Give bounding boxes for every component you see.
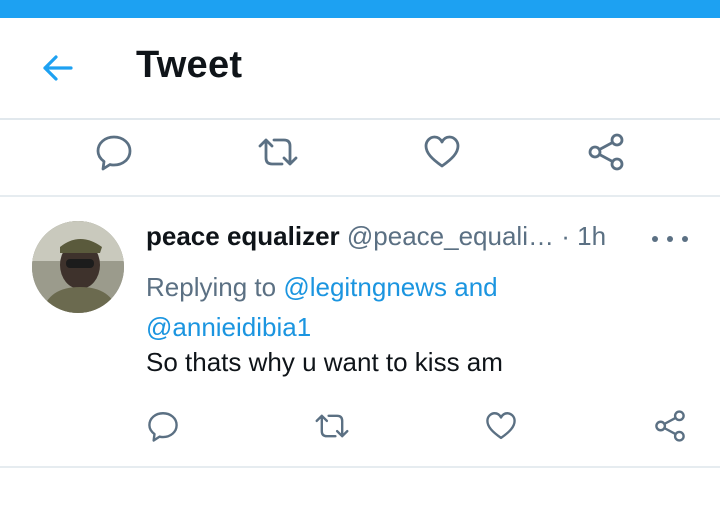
reply-button[interactable] — [141, 404, 185, 448]
share-button[interactable] — [648, 404, 692, 448]
like-button[interactable] — [479, 404, 523, 448]
reply-icon — [94, 132, 134, 172]
retweet-button[interactable] — [310, 404, 354, 448]
more-dot — [682, 236, 688, 242]
back-button[interactable] — [38, 50, 78, 86]
share-icon — [653, 409, 687, 443]
like-icon — [422, 132, 462, 172]
more-horizontal-icon — [652, 236, 658, 242]
like-button[interactable] — [420, 130, 464, 174]
focused-tweet-action-bar — [0, 120, 720, 197]
more-dot — [667, 236, 673, 242]
reply-button[interactable] — [92, 130, 136, 174]
share-icon — [586, 132, 626, 172]
reply-icon — [146, 409, 180, 443]
tweet-text: So thats why u want to kiss am — [146, 347, 503, 377]
mention-joiner[interactable]: and — [454, 272, 497, 302]
tweet-time[interactable]: 1h — [577, 221, 606, 251]
retweet-icon — [256, 132, 300, 172]
share-button[interactable] — [584, 130, 628, 174]
display-name[interactable]: peace equalizer — [146, 221, 340, 251]
retweet-button[interactable] — [256, 130, 300, 174]
mention-link-1[interactable]: @legitngnews — [283, 272, 447, 302]
user-handle[interactable]: @peace_equali… — [347, 221, 554, 251]
avatar[interactable] — [32, 221, 124, 313]
page-title: Tweet — [136, 44, 243, 86]
replying-to: Replying to @legitngnews and @annieidibi… — [146, 267, 666, 347]
replying-to-prefix: Replying to — [146, 272, 277, 302]
tweet-meta: peace equalizer @peace_equali… · 1h — [146, 221, 606, 252]
mention-link-2[interactable]: @annieidibia1 — [146, 312, 311, 342]
like-icon — [484, 409, 518, 443]
reply-tweet-action-bar — [0, 396, 720, 468]
app-header: Tweet — [0, 18, 720, 120]
retweet-icon — [313, 409, 351, 443]
arrow-left-icon — [41, 54, 75, 82]
meta-separator: · — [561, 221, 570, 251]
reply-tweet[interactable]: peace equalizer @peace_equali… · 1h Repl… — [0, 197, 720, 397]
status-bar — [0, 0, 720, 18]
more-options-button[interactable] — [652, 227, 688, 251]
